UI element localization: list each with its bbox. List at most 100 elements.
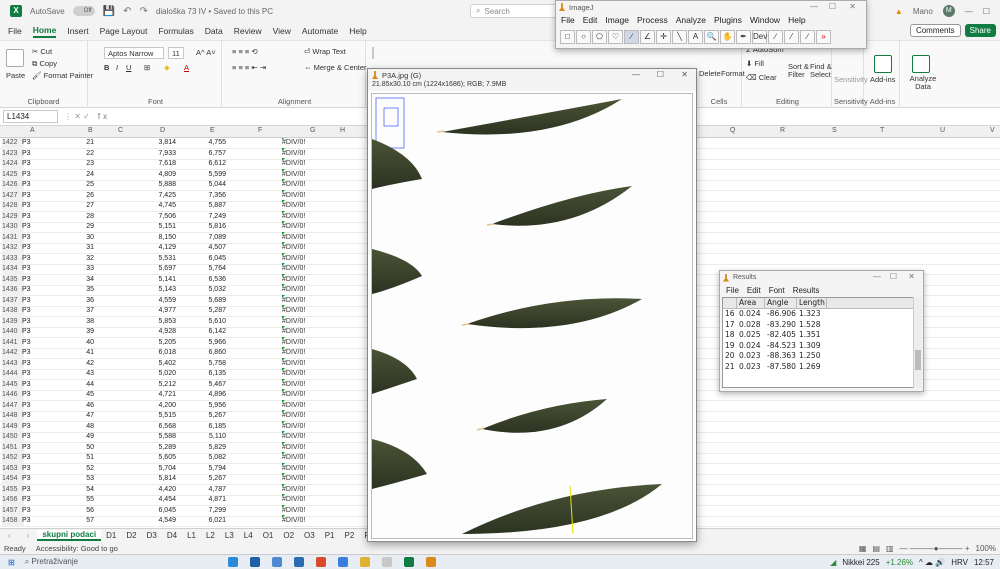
redo-icon[interactable]: ↷ (140, 6, 148, 17)
sort-filter-button[interactable]: Sort & Filter (788, 63, 810, 79)
imagej-menu-analyze[interactable]: Analyze (676, 15, 706, 25)
results-column-header[interactable] (723, 298, 737, 308)
rectangle-tool-icon[interactable]: □ (560, 30, 575, 44)
row-number[interactable]: 1440 (2, 327, 24, 338)
cell-a[interactable]: P3 (22, 485, 31, 496)
cell-a[interactable]: P3 (22, 432, 31, 443)
cell-e[interactable]: 6,536 (190, 275, 226, 286)
cell-g[interactable]: #DIV/0! (282, 452, 305, 464)
cell-d[interactable]: 7,425 (140, 191, 176, 202)
cell-a[interactable]: P3 (22, 464, 31, 475)
row-number[interactable]: 1443 (2, 358, 24, 369)
cell-g[interactable]: #DIV/0! (282, 138, 305, 149)
results-menu-edit[interactable]: Edit (747, 286, 761, 295)
cell-a[interactable]: P3 (22, 296, 31, 307)
cell-a[interactable]: P3 (22, 222, 31, 233)
cell-b[interactable]: 51 (79, 453, 94, 464)
cell-e[interactable]: 7,249 (190, 212, 226, 223)
avatar[interactable]: M (942, 5, 955, 17)
row-number[interactable]: 1429 (2, 211, 24, 222)
cell-a[interactable]: P3 (22, 138, 31, 149)
cell-d[interactable]: 4,721 (140, 390, 176, 401)
row-number[interactable]: 1437 (2, 295, 24, 306)
row-number[interactable]: 1430 (2, 222, 24, 233)
ribbon-tab-page-layout[interactable]: Page Layout (100, 26, 148, 36)
row-number[interactable]: 1422 (2, 138, 24, 149)
row-number[interactable]: 1457 (2, 505, 24, 516)
cell-e[interactable]: 6,860 (190, 348, 226, 359)
cell-g[interactable]: #DIV/0! (282, 462, 305, 475)
font-size-select[interactable]: 11 (168, 47, 184, 59)
line-b-tool-icon[interactable]: ⁄ (784, 30, 799, 44)
paste-button[interactable]: Paste (6, 71, 25, 80)
cell-g[interactable]: #DIV/0! (282, 242, 305, 254)
sheet-tab-l3[interactable]: L3 (220, 531, 239, 540)
cell-g[interactable]: #DIV/0! (282, 263, 305, 275)
maximize-icon[interactable]: ☐ (829, 2, 836, 11)
comments-button[interactable]: Comments (909, 24, 961, 37)
cell-e[interactable]: 7,089 (190, 233, 226, 244)
cell-a[interactable]: P3 (22, 306, 31, 317)
cell-a[interactable]: P3 (22, 191, 31, 202)
cell-g[interactable]: #DIV/0! (282, 315, 305, 328)
cell-a[interactable]: P3 (22, 453, 31, 464)
cell-d[interactable]: 4,977 (140, 306, 176, 317)
cell-e[interactable]: 4,755 (190, 138, 226, 149)
cell-b[interactable]: 32 (79, 254, 94, 265)
sheet-tab-o1[interactable]: O1 (258, 531, 279, 540)
sheet-tab-o3[interactable]: O3 (299, 531, 320, 540)
cell-a[interactable]: P3 (22, 495, 31, 506)
row-number[interactable]: 1432 (2, 243, 24, 254)
cell-a[interactable]: P3 (22, 327, 31, 338)
cell-d[interactable]: 5,020 (140, 369, 176, 380)
delete-button[interactable]: Delete (699, 69, 721, 78)
cell-b[interactable]: 57 (79, 516, 94, 527)
cell-a[interactable]: P3 (22, 149, 31, 160)
cell-b[interactable]: 29 (79, 222, 94, 233)
imagej-menu-window[interactable]: Window (750, 15, 780, 25)
angle-tool-icon[interactable]: ∠ (640, 30, 655, 44)
row-number[interactable]: 1446 (2, 390, 24, 401)
cell-a[interactable]: P3 (22, 506, 31, 517)
ribbon-tab-home[interactable]: Home (32, 25, 57, 38)
imagej-menu-plugins[interactable]: Plugins (714, 15, 742, 25)
column-header-h[interactable]: H (340, 127, 345, 134)
column-header-q[interactable]: Q (730, 127, 735, 134)
cell-g[interactable]: #DIV/0! (282, 441, 305, 454)
column-header-u[interactable]: U (940, 127, 945, 134)
borders-icon[interactable]: ⊞ (144, 63, 150, 72)
cell-g[interactable]: #DIV/0! (282, 336, 305, 349)
cell-b[interactable]: 55 (79, 495, 94, 506)
cell-e[interactable]: 5,599 (190, 170, 226, 181)
column-header-v[interactable]: V (990, 127, 995, 134)
minimize-icon[interactable]: — (965, 7, 973, 16)
sheet-tab-l4[interactable]: L4 (239, 531, 258, 540)
cell-g[interactable]: #DIV/0! (282, 389, 305, 401)
row-number[interactable]: 1451 (2, 442, 24, 453)
sheet-tab-d3[interactable]: D3 (142, 531, 162, 540)
cell-g[interactable]: #DIV/0! (282, 221, 305, 233)
cell-b[interactable]: 25 (79, 180, 94, 191)
find-select-button[interactable]: Find & Select (810, 63, 832, 79)
cell-g[interactable]: #DIV/0! (282, 483, 305, 496)
sheet-tab-d2[interactable]: D2 (121, 531, 141, 540)
ribbon-tab-insert[interactable]: Insert (67, 26, 88, 36)
cell-e[interactable]: 4,507 (190, 243, 226, 254)
underline-button[interactable]: U (126, 63, 131, 72)
cell-g[interactable]: #DIV/0! (282, 504, 305, 517)
cell-e[interactable]: 5,267 (190, 474, 226, 485)
results-row[interactable]: 20 0.023 -88.363 1.250 (723, 351, 913, 362)
sensitivity-button[interactable]: Sensitivity (834, 75, 868, 84)
cell-e[interactable]: 5,044 (190, 180, 226, 191)
cell-b[interactable]: 21 (79, 138, 94, 149)
addins-button[interactable]: Add-ins (870, 75, 895, 84)
format-painter-button[interactable]: 🖌 Format Painter (32, 71, 93, 80)
cell-e[interactable]: 4,871 (190, 495, 226, 506)
cell-a[interactable]: P3 (22, 233, 31, 244)
row-number[interactable]: 1445 (2, 379, 24, 390)
cell-b[interactable]: 35 (79, 285, 94, 296)
ribbon-tab-automate[interactable]: Automate (302, 26, 338, 36)
sheet-tab-p2[interactable]: P2 (340, 531, 360, 540)
cell-g[interactable]: #DIV/0! (282, 326, 305, 338)
cell-a[interactable]: P3 (22, 390, 31, 401)
